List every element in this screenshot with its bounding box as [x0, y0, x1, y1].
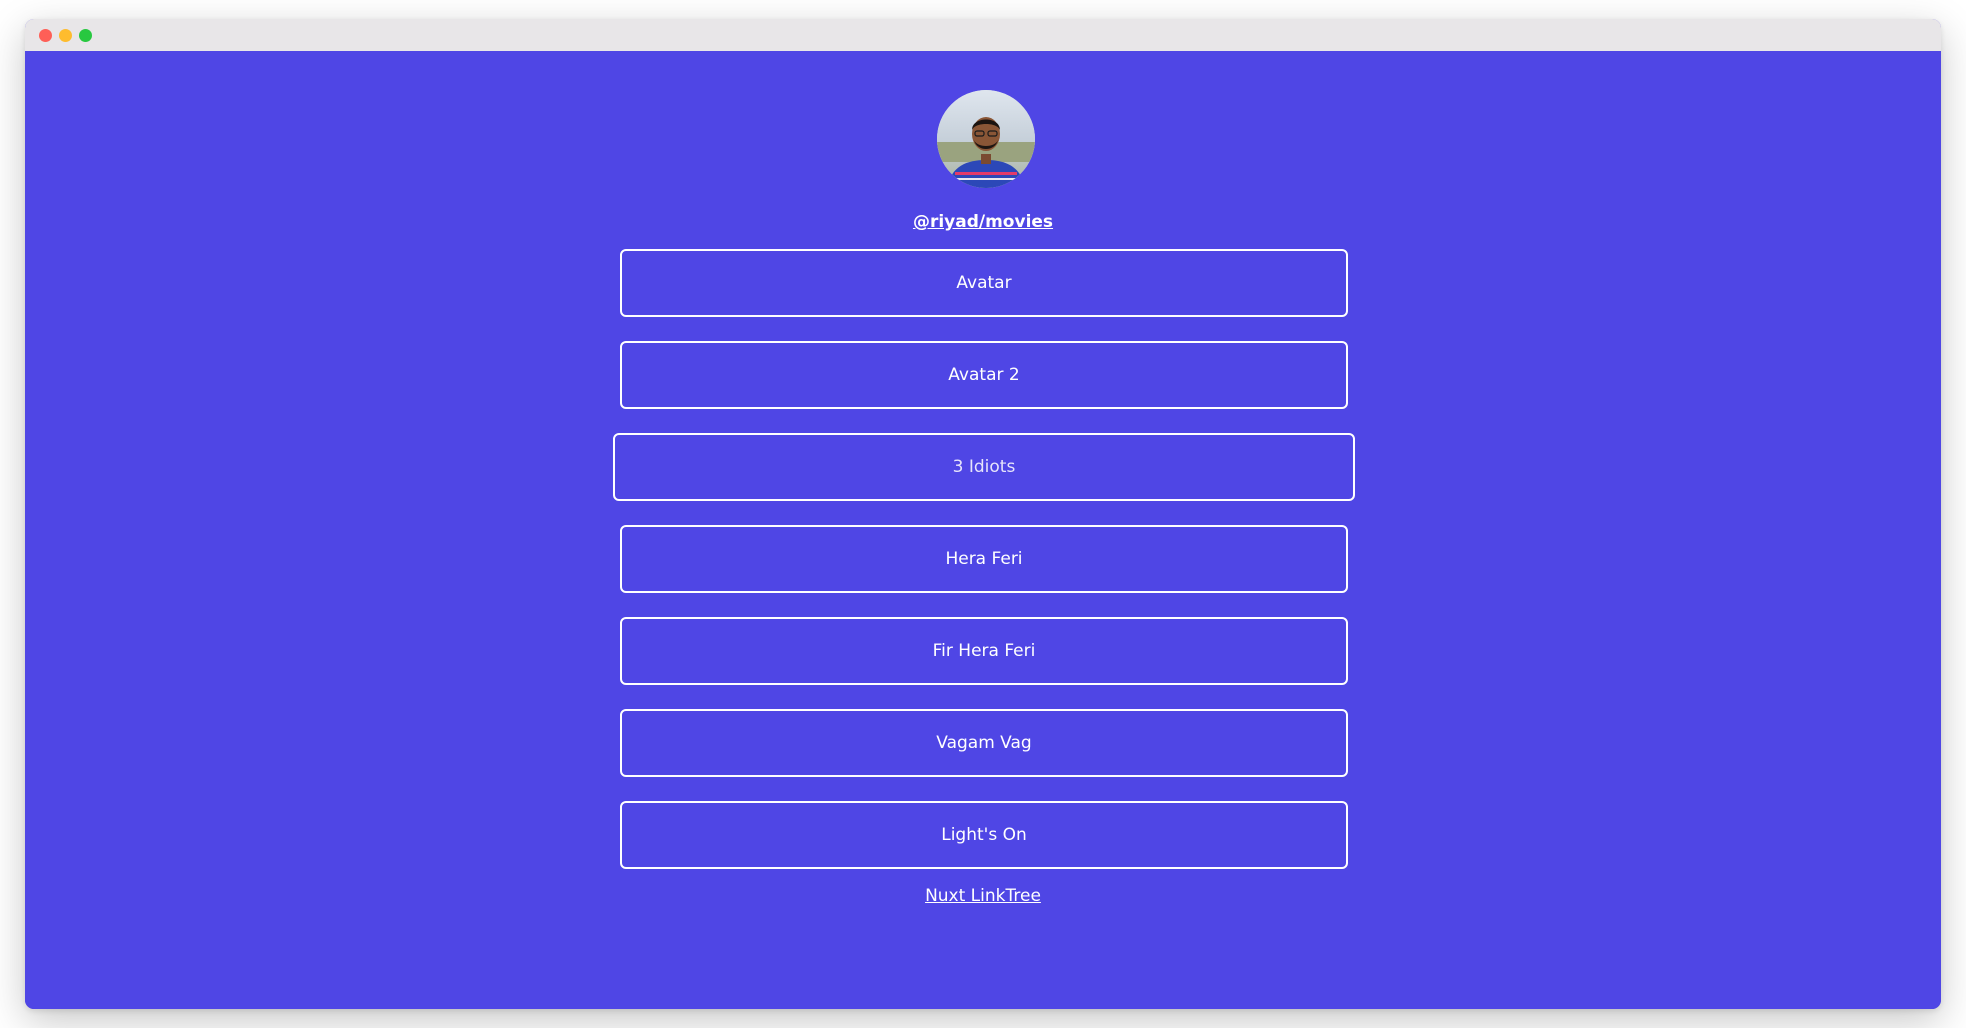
link-list: Avatar Avatar 2 3 Idiots Hera Feri Fir H…: [613, 249, 1355, 893]
link-button-lights-on[interactable]: Light's On: [620, 801, 1348, 869]
minimize-window-icon[interactable]: [59, 29, 72, 42]
maximize-window-icon[interactable]: [79, 29, 92, 42]
footer-link[interactable]: Nuxt LinkTree: [25, 885, 1941, 907]
link-button-avatar[interactable]: Avatar: [620, 249, 1348, 317]
link-button-avatar-2[interactable]: Avatar 2: [620, 341, 1348, 409]
profile-handle-link[interactable]: @riyad/movies: [25, 211, 1941, 233]
avatar: [937, 90, 1035, 188]
linktree-page: @riyad/movies Avatar Avatar 2 3 Idiots H…: [25, 51, 1941, 1009]
window-titlebar: [25, 19, 1941, 51]
link-button-fir-hera-feri[interactable]: Fir Hera Feri: [620, 617, 1348, 685]
link-button-3-idiots[interactable]: 3 Idiots: [613, 433, 1355, 501]
link-button-vagam-vag[interactable]: Vagam Vag: [620, 709, 1348, 777]
browser-window: @riyad/movies Avatar Avatar 2 3 Idiots H…: [25, 19, 1941, 1009]
profile-photo-icon: [937, 90, 1035, 188]
link-button-hera-feri[interactable]: Hera Feri: [620, 525, 1348, 593]
close-window-icon[interactable]: [39, 29, 52, 42]
